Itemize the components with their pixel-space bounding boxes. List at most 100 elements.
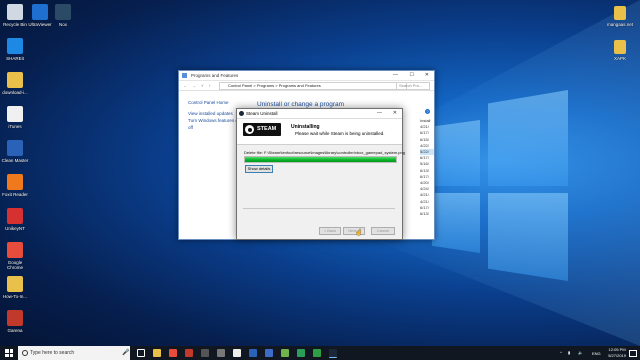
desktop-app-icon — [7, 310, 23, 326]
close-button[interactable]: ✕ — [425, 72, 429, 78]
date-cell: 6/13/ — [420, 211, 429, 217]
link-control-panel-home[interactable]: Control Panel Home — [188, 99, 246, 106]
folder-icon — [614, 40, 626, 54]
show-details-button[interactable]: Show details — [245, 165, 273, 173]
breadcrumb-item[interactable]: Programs — [257, 83, 274, 88]
breadcrumb-item[interactable]: Control Panel — [228, 83, 252, 88]
folder-icon — [614, 6, 626, 20]
cancel-button[interactable]: Cancel — [371, 227, 395, 235]
progress-bar — [244, 156, 397, 163]
desktop-app-icon — [7, 72, 23, 88]
desktop-icon-label: iTunes — [8, 124, 22, 129]
network-icon[interactable]: ▮ — [568, 350, 570, 355]
windows-logo-pane-tl — [432, 120, 480, 186]
search-icon — [22, 350, 28, 356]
desktop-app-icon — [7, 276, 23, 292]
desktop-icon-label: Foxit Reader — [2, 192, 28, 197]
microphone-icon[interactable]: 🎤 — [122, 349, 129, 356]
taskbar-app-icon[interactable] — [185, 349, 193, 357]
taskbar-search-text: Type here to search — [30, 350, 75, 356]
install-date-column: Install 4/21/6/17/6/15/4/22/5/22/6/17/5/… — [420, 118, 434, 217]
taskbar-app-icon[interactable] — [297, 349, 305, 357]
task-view-icon[interactable] — [137, 349, 145, 357]
maximize-button[interactable]: ☐ — [410, 72, 414, 78]
separator — [243, 208, 395, 209]
desktop-icon[interactable]: Clean Master — [0, 140, 30, 163]
help-icon[interactable]: ? — [425, 109, 430, 114]
windows-start-icon[interactable] — [5, 349, 13, 357]
desktop-icon-label: download-i... — [2, 90, 28, 95]
window-titlebar[interactable]: Programs and Features — ☐ ✕ — [179, 71, 434, 81]
header-title: Uninstalling — [291, 124, 320, 130]
minimize-button[interactable]: — — [393, 72, 398, 78]
page-title: Uninstall or change a program — [257, 101, 345, 108]
desktop-app-icon — [7, 242, 23, 258]
desktop-icon[interactable]: download-i... — [0, 72, 30, 95]
taskbar-search-input[interactable]: Type here to search — [18, 346, 130, 360]
desktop-icon-label: UnikeyNT — [5, 226, 25, 231]
desktop-icon[interactable]: Google Chrome — [0, 242, 30, 270]
taskbar-app-icon[interactable] — [169, 349, 177, 357]
control-panel-icon — [182, 73, 187, 78]
language-indicator[interactable]: ENG — [592, 351, 601, 356]
steam-taskbar-icon[interactable] — [329, 349, 337, 358]
minimize-button[interactable]: — — [377, 110, 382, 116]
taskbar-app-icon[interactable] — [265, 349, 273, 357]
taskbar-app-icon[interactable] — [201, 349, 209, 357]
desktop-icon-label: Clean Master — [1, 158, 29, 163]
dialog-title: Steam Uninstall — [246, 111, 278, 116]
delete-file-text: Delete file: F:\Steam\tenfoot\resource\i… — [244, 150, 405, 155]
notification-icon[interactable] — [629, 350, 637, 357]
desktop-app-icon — [7, 106, 23, 122]
taskbar-app-icon[interactable] — [249, 349, 257, 357]
ultraviewer-icon — [32, 4, 48, 20]
desktop-app-icon — [7, 140, 23, 156]
clock[interactable]: 12:05 PM 5/27/2019 — [608, 347, 626, 358]
close-button[interactable]: ✕ — [393, 110, 397, 116]
steam-uninstall-dialog[interactable]: Steam Uninstall — ✕ STEAM Uninstalling P… — [236, 108, 405, 240]
desktop-icon[interactable]: iTunes — [0, 106, 30, 129]
desktop-icon-label: XAPK — [613, 56, 626, 61]
steam-logo: STEAM — [243, 123, 281, 136]
desktop-icon[interactable]: Foxit Reader — [0, 174, 30, 197]
desktop-icon-label: Garena — [7, 328, 23, 333]
breadcrumb-item[interactable]: Programs and Features — [279, 83, 321, 88]
windows-logo-pane-bl — [432, 193, 480, 253]
dialog-header: STEAM Uninstalling Please wait while Ste… — [237, 119, 402, 145]
dialog-titlebar[interactable]: Steam Uninstall — ✕ — [237, 109, 402, 119]
taskbar-app-icon[interactable] — [153, 349, 161, 357]
window-title: Programs and Features — [191, 73, 239, 78]
progress-fill — [245, 157, 396, 162]
desktop-icon[interactable]: UnikeyNT — [0, 208, 30, 231]
volume-icon[interactable]: 🔈 — [578, 350, 583, 355]
desktop-icon-nox[interactable]: Nox — [48, 4, 78, 27]
desktop-icon-label: Nox — [58, 22, 67, 27]
time: 12:05 PM — [608, 347, 626, 352]
nav-arrows[interactable]: ← → ˅ ↑ — [183, 83, 213, 88]
desktop-icon[interactable]: How-To-In... — [0, 276, 30, 299]
taskbar-app-icon[interactable] — [217, 349, 225, 357]
taskbar-app-icon[interactable] — [281, 349, 289, 357]
back-button[interactable]: < Back — [319, 227, 341, 235]
desktop-icon-label: How-To-In... — [2, 294, 28, 299]
desktop-app-icon — [7, 174, 23, 190]
desktop-icon-mangaas[interactable]: mangaas.net — [605, 6, 635, 27]
breadcrumb[interactable]: Control Panel > Programs > Programs and … — [219, 82, 407, 90]
taskbar-app-icon[interactable] — [233, 349, 241, 357]
date-list: 4/21/6/17/6/15/4/22/5/22/6/17/5/16/6/13/… — [420, 124, 434, 217]
taskbar-app-icon[interactable] — [313, 349, 321, 357]
tray-chevron-icon[interactable]: ^ — [560, 350, 562, 355]
desktop-app-icon — [7, 208, 23, 224]
address-bar: ← → ˅ ↑ Control Panel > Programs > Progr… — [179, 81, 434, 91]
search-input[interactable]: Search Pro... — [396, 82, 430, 90]
desktop-icon[interactable]: SHAREit — [0, 38, 30, 61]
desktop-app-icon — [7, 38, 23, 54]
desktop-icon-label: SHAREit — [6, 56, 24, 61]
windows-logo-pane-br — [488, 193, 568, 281]
mouse-cursor-icon: ☝ — [355, 230, 363, 236]
desktop-icon[interactable]: Garena — [0, 310, 30, 333]
desktop-app-icon — [7, 4, 23, 20]
header-subtitle: Please wait while Steam is being uninsta… — [295, 131, 385, 136]
desktop-icon-xapk[interactable]: XAPK — [605, 40, 635, 61]
desktop-icon-label: mangaas.net — [606, 22, 634, 27]
